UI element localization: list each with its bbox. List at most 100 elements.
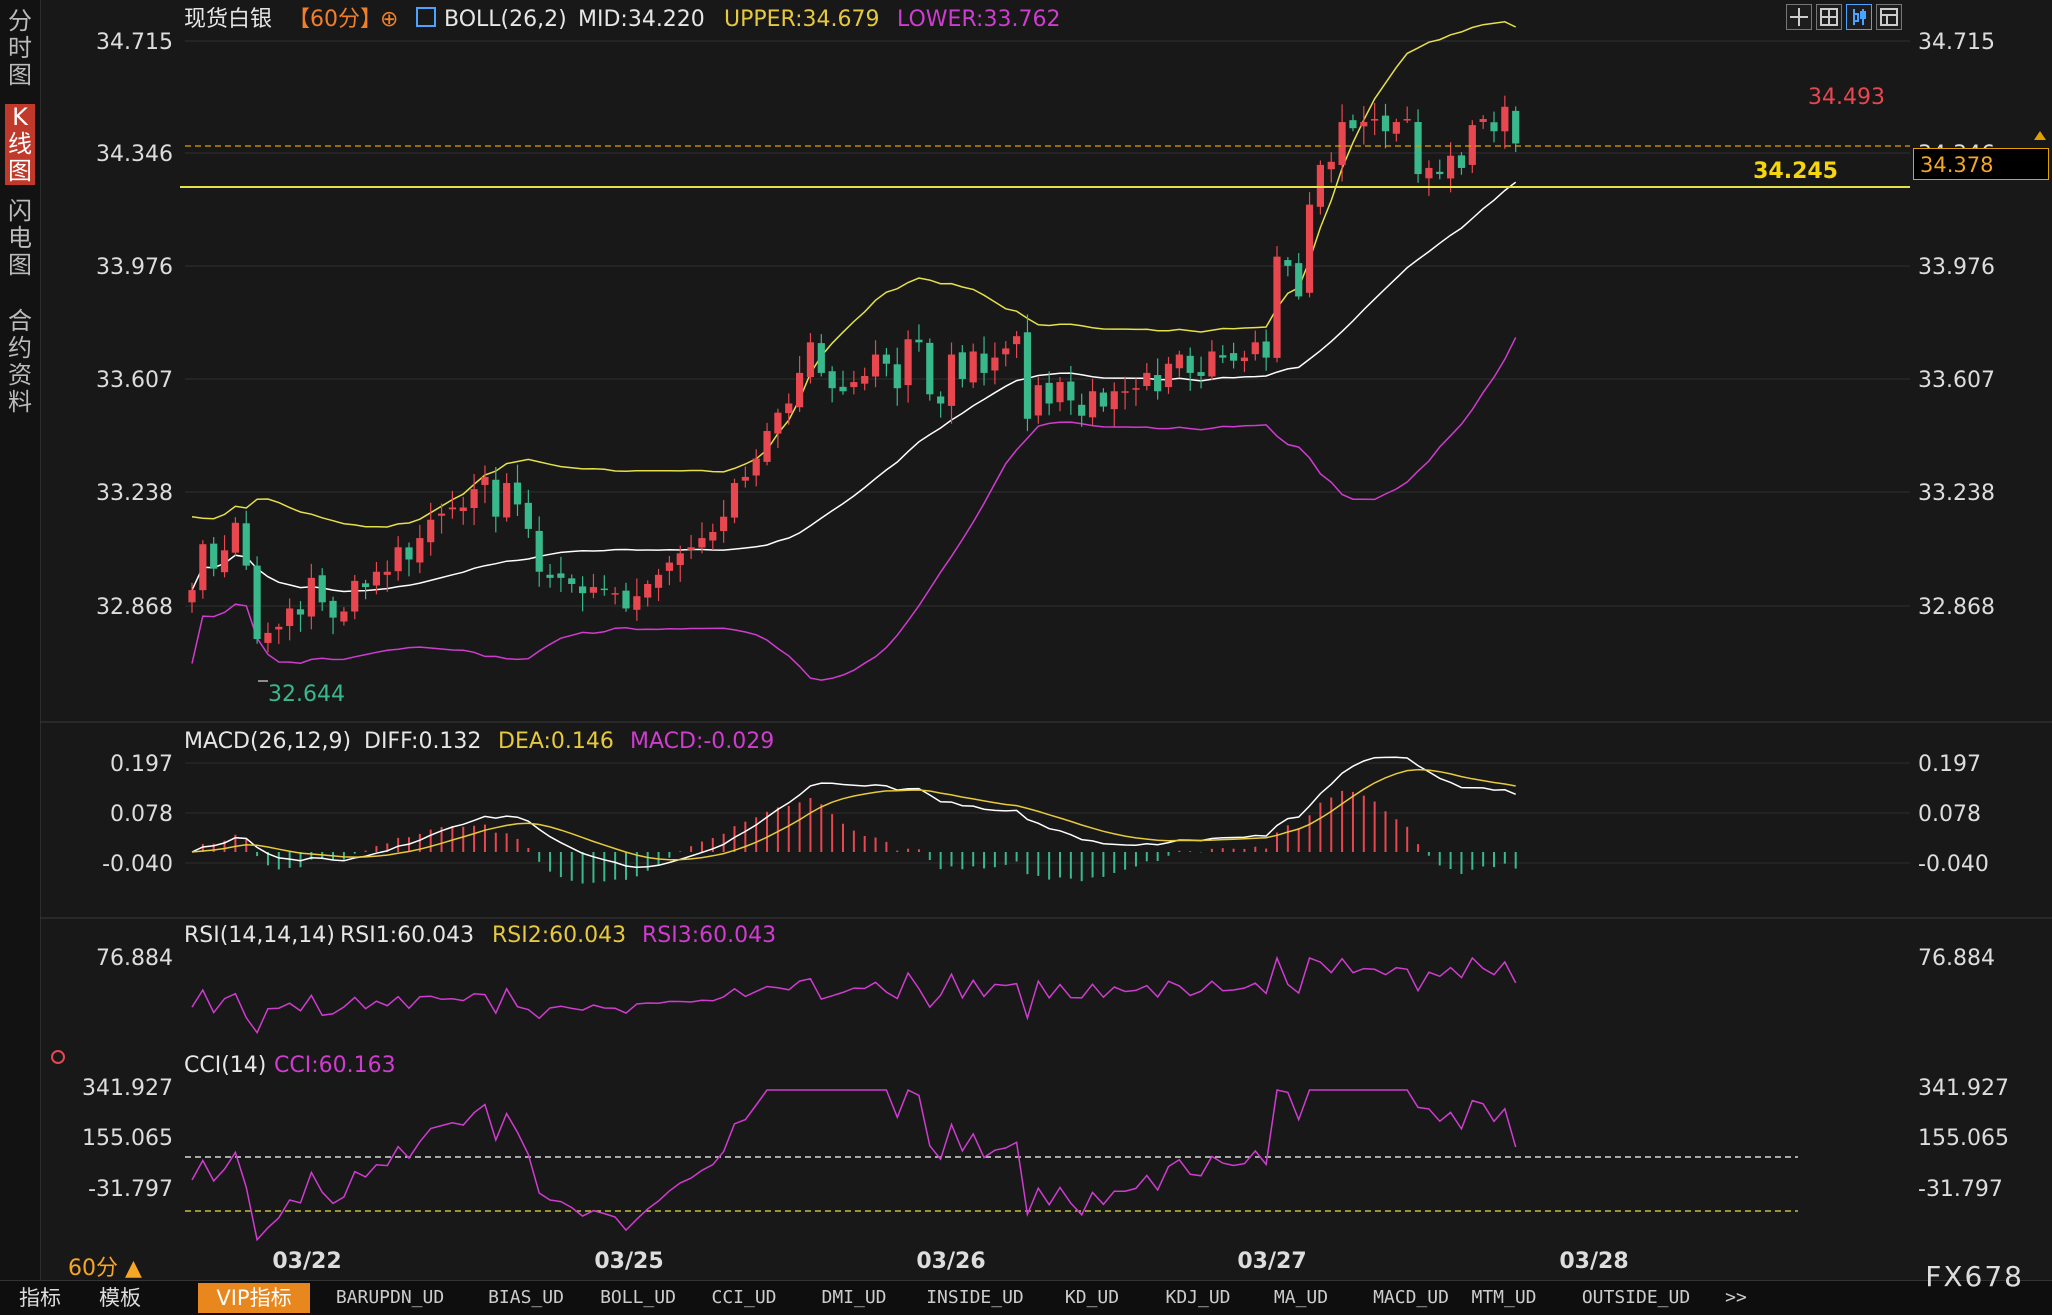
- candle: [622, 582, 630, 612]
- candle: [1501, 95, 1509, 149]
- indicator-tab-6[interactable]: BOLL_UD: [582, 1283, 694, 1313]
- candle: [1219, 345, 1227, 364]
- candle: [1013, 331, 1021, 359]
- layout-icon[interactable]: [1876, 4, 1902, 30]
- candle: [1338, 104, 1346, 182]
- candle: [568, 574, 576, 593]
- indicator-tab-4[interactable]: BARUPDN_UD: [320, 1283, 460, 1313]
- candle: [828, 366, 836, 403]
- candle: [1056, 377, 1064, 412]
- candle: [1381, 103, 1390, 149]
- candle: [1262, 329, 1270, 371]
- crosshair-icon[interactable]: [1786, 4, 1812, 30]
- low-label: 32.644: [268, 682, 345, 707]
- cci-line: [191, 1088, 1517, 1242]
- candle: [915, 324, 923, 352]
- candle: [752, 449, 760, 487]
- indicator-tab-12[interactable]: MA_UD: [1256, 1283, 1346, 1313]
- date-label: 03/28: [1559, 1249, 1628, 1274]
- candle: [1512, 106, 1520, 152]
- indicator-tab-9[interactable]: INSIDE_UD: [914, 1283, 1036, 1313]
- candle: [1360, 106, 1368, 145]
- candle: [1295, 253, 1303, 300]
- indicator-tab-3[interactable]: VIP指标: [198, 1283, 310, 1313]
- indicator-tab-1[interactable]: 指标: [2, 1283, 78, 1313]
- candle: [231, 517, 239, 556]
- grid-icon[interactable]: [1816, 4, 1842, 30]
- candle: [1121, 376, 1129, 410]
- indicator-tab-8[interactable]: DMI_UD: [804, 1283, 904, 1313]
- candle: [850, 370, 858, 395]
- date-label: 03/25: [594, 1249, 663, 1274]
- candle: [1479, 115, 1487, 129]
- date-label: 03/22: [272, 1249, 341, 1274]
- candle: [709, 523, 717, 550]
- price-axis-left-label: 33.607: [96, 368, 173, 393]
- indicator-tab-2[interactable]: 模板: [80, 1283, 160, 1313]
- candle: [958, 345, 966, 388]
- candle: [188, 582, 196, 613]
- candle: [633, 578, 641, 621]
- indicator-tab-13[interactable]: MACD_UD: [1346, 1283, 1476, 1313]
- candle: [589, 573, 598, 599]
- indicator-tab-10[interactable]: KD_UD: [1044, 1283, 1140, 1313]
- candle: [1186, 347, 1194, 391]
- candle: [524, 489, 532, 538]
- candle: [210, 537, 218, 577]
- candle: [926, 338, 934, 401]
- candle: [665, 555, 673, 586]
- rsi-line: [191, 955, 1517, 1035]
- candle: [242, 510, 250, 571]
- boll-icon[interactable]: [416, 7, 436, 27]
- candle: [220, 535, 229, 578]
- candle: [546, 564, 554, 588]
- candle: [1078, 393, 1086, 427]
- candle: [817, 334, 825, 377]
- indicator-tab-5[interactable]: BIAS_UD: [470, 1283, 582, 1313]
- cci-title: CCI(14): [184, 1053, 266, 1078]
- macd-diff: DIFF:0.132: [364, 729, 481, 754]
- indicator-tab-15[interactable]: OUTSIDE_UD: [1566, 1283, 1706, 1313]
- cci-axis-left-label: 341.927: [82, 1076, 173, 1101]
- add-indicator-icon: ⊕: [380, 7, 398, 32]
- candle: [654, 568, 663, 601]
- candle: [1230, 342, 1238, 369]
- cci-value: CCI:60.163: [274, 1053, 396, 1078]
- candles: [188, 95, 1520, 653]
- macd-axis-right-label: 0.197: [1918, 752, 1981, 777]
- candle: [329, 596, 337, 635]
- candle: [1371, 102, 1379, 136]
- price-axis-left-label: 34.715: [96, 30, 173, 55]
- candle: [1327, 152, 1335, 183]
- candle: [253, 556, 261, 644]
- candle-icon[interactable]: [1846, 4, 1872, 30]
- candle: [1305, 192, 1314, 298]
- candle: [839, 370, 847, 395]
- high-label: 34.493: [1808, 85, 1885, 110]
- indicator-tab-16[interactable]: >>: [1716, 1283, 1756, 1313]
- candle: [1490, 111, 1498, 143]
- candle: [687, 535, 695, 559]
- period-selector[interactable]: 60分 ▲: [68, 1250, 142, 1282]
- candle: [1034, 376, 1042, 424]
- rsi1-value: RSI1:60.043: [340, 923, 474, 948]
- candle: [340, 607, 348, 626]
- kline-chart[interactable]: 34.71534.71534.34634.34633.97633.97633.6…: [0, 0, 2052, 1280]
- candle: [730, 478, 739, 524]
- indicator-tab-11[interactable]: KDJ_UD: [1148, 1283, 1248, 1313]
- candle: [286, 598, 294, 641]
- candle: [448, 490, 456, 519]
- candle: [1132, 378, 1140, 406]
- candle: [720, 499, 728, 543]
- price-arrow-icon: [2034, 131, 2046, 140]
- indicator-tab-7[interactable]: CCI_UD: [694, 1283, 794, 1313]
- indicator-tab-14[interactable]: MTM_UD: [1464, 1283, 1544, 1313]
- candle: [980, 336, 988, 386]
- candle: [416, 524, 424, 574]
- rsi-axis-left-label: 76.884: [96, 946, 173, 971]
- candle: [893, 347, 901, 406]
- candle: [1143, 363, 1151, 391]
- candle: [774, 408, 782, 448]
- alert-icon[interactable]: [51, 1050, 65, 1064]
- candle: [1110, 382, 1118, 427]
